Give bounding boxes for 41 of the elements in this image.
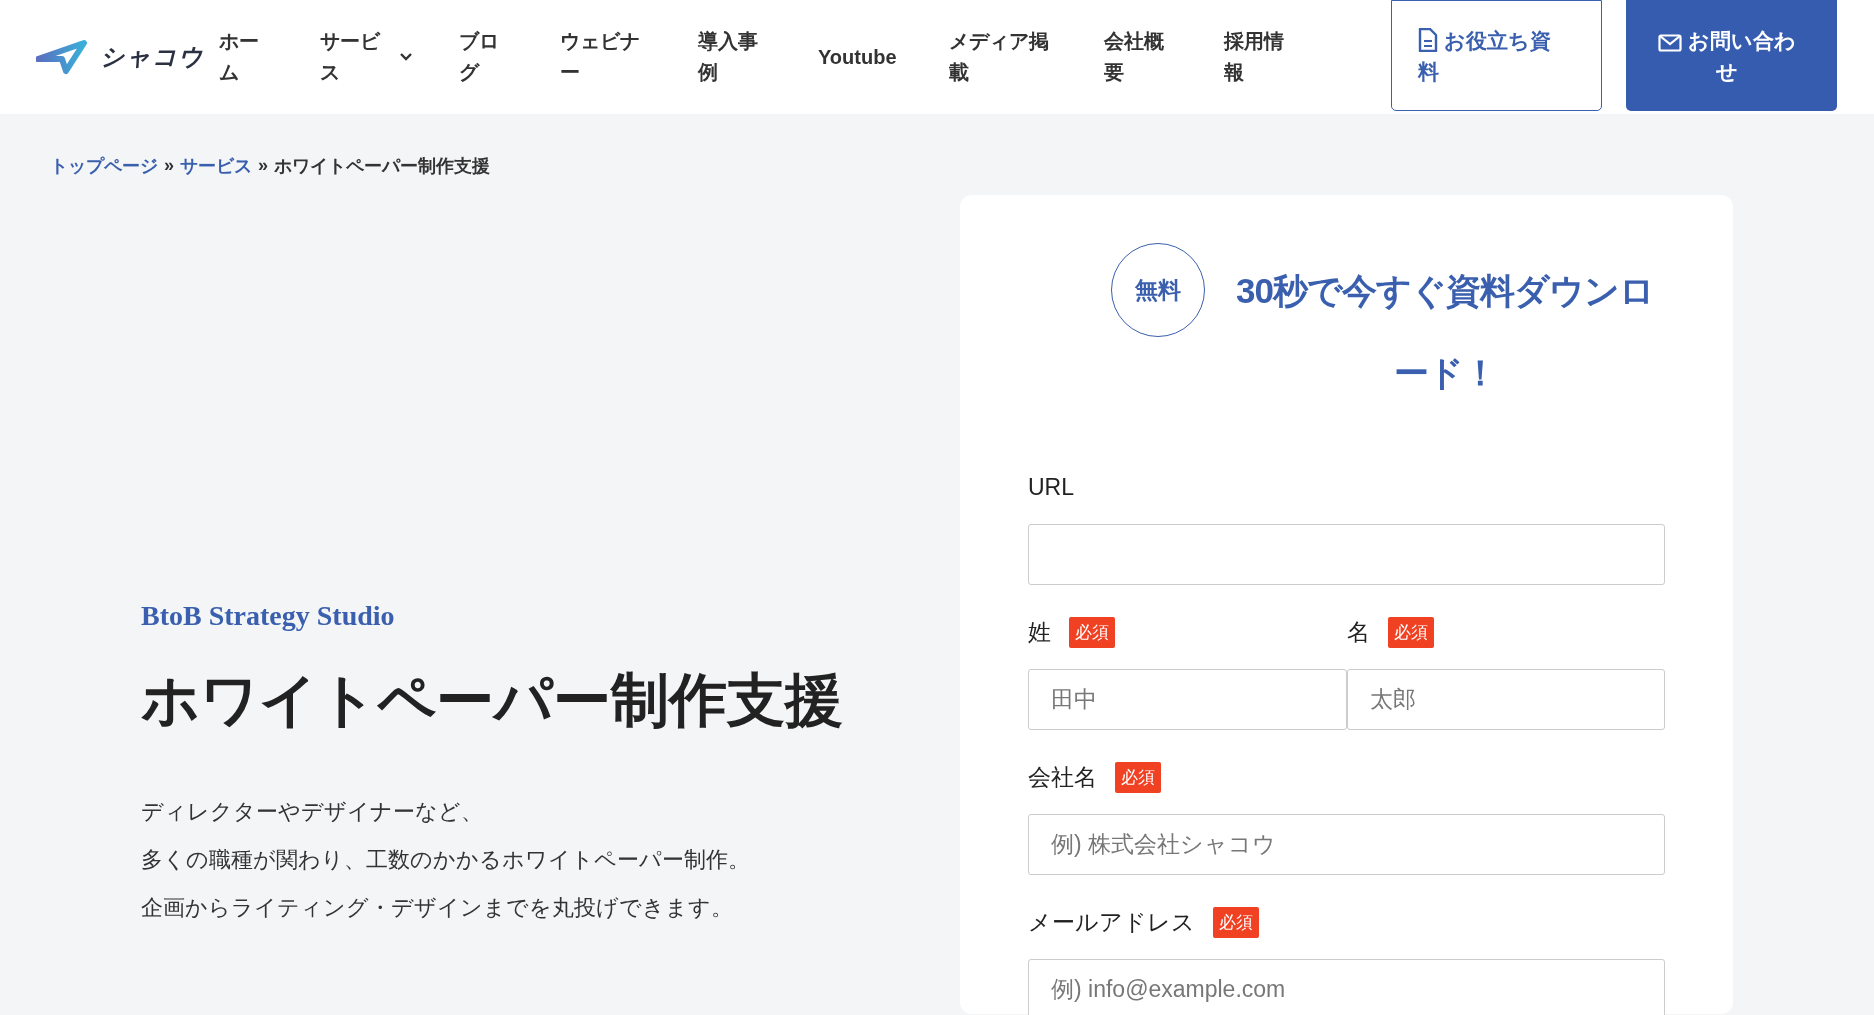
nav-link[interactable]: 採用情報 bbox=[1224, 26, 1287, 88]
document-button[interactable]: お役立ち資料 bbox=[1391, 0, 1602, 111]
field-label: 会社名 bbox=[1028, 762, 1097, 792]
field-label: URL bbox=[1028, 473, 1074, 501]
nav-link[interactable]: ウェビナー bbox=[560, 26, 643, 88]
form-heading: 30秒で今すぐ資料ダウンロード！ bbox=[1235, 270, 1655, 394]
breadcrumb-link[interactable]: サービス bbox=[180, 153, 252, 178]
input-field[interactable]: 例) info@example.com bbox=[1028, 959, 1665, 1015]
document-icon bbox=[1418, 27, 1438, 52]
nav-link[interactable]: Youtube bbox=[818, 41, 897, 73]
input-field[interactable]: 田中 bbox=[1028, 669, 1347, 730]
required-tag: 必須 bbox=[1069, 616, 1115, 648]
nav-link[interactable]: 会社概要 bbox=[1104, 26, 1167, 88]
required-tag: 必須 bbox=[1115, 761, 1161, 793]
nav-link[interactable]: メディア掲載 bbox=[949, 26, 1052, 88]
field-label: 姓 bbox=[1028, 617, 1051, 647]
tagline: BtoB Strategy Studio bbox=[141, 600, 395, 632]
nav-link[interactable]: ホーム bbox=[219, 26, 262, 88]
input-field[interactable] bbox=[1028, 524, 1665, 585]
required-tag: 必須 bbox=[1387, 616, 1434, 648]
logo-icon bbox=[36, 39, 88, 75]
description-line: 多くの職種が関わり、工数のかかるホワイトペーパー制作。 bbox=[141, 846, 750, 874]
input-field[interactable]: 太郎 bbox=[1346, 669, 1665, 730]
description-line: 企画からライティング・デザインまでを丸投げできます。 bbox=[141, 894, 733, 922]
required-tag: 必須 bbox=[1213, 906, 1259, 938]
input-field[interactable]: 例) 株式会社シャコウ bbox=[1028, 814, 1665, 875]
breadcrumb-separator: » bbox=[164, 155, 174, 176]
field-label: メールアドレス bbox=[1028, 907, 1195, 937]
page-title: ホワイトペーパー制作支援 bbox=[141, 666, 843, 734]
nav-link[interactable]: サービス bbox=[320, 26, 383, 88]
contact-button[interactable]: お問い合わせ bbox=[1626, 0, 1837, 111]
logo-text[interactable]: シャコウ bbox=[100, 41, 204, 73]
mail-icon bbox=[1657, 33, 1682, 52]
nav-link[interactable]: 導入事例 bbox=[698, 26, 761, 88]
description-line: ディレクターやデザイナーなど、 bbox=[141, 798, 483, 826]
chevron-down-icon[interactable] bbox=[399, 52, 413, 62]
field-label: 名 bbox=[1346, 617, 1370, 647]
breadcrumb-current: ホワイトペーパー制作支援 bbox=[274, 154, 491, 178]
breadcrumb-link[interactable]: トップページ bbox=[50, 153, 158, 178]
breadcrumb-separator: » bbox=[258, 155, 269, 176]
nav-link[interactable]: ブログ bbox=[459, 26, 502, 88]
